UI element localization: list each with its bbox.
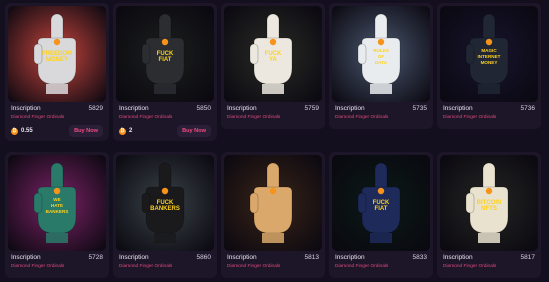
bitcoin-icon: ₿ [119,127,126,135]
collection-link[interactable]: Diamond Finger Ordinals [11,115,103,121]
inscription-label: Inscription [227,254,257,261]
nft-image[interactable]: FUCK BANKERS [116,155,214,251]
collection-link[interactable]: Diamond Finger Ordinals [227,264,319,270]
price-value: 0.55 [21,128,33,134]
nft-card[interactable]: FUCK BANKERS Inscription 5860 Diamond Finge… [113,152,217,278]
svg-text:YA: YA [269,57,277,63]
inscription-number: 5759 [304,105,319,112]
svg-text:HATE: HATE [51,203,63,208]
inscription-label: Inscription [443,105,473,112]
inscription-label: Inscription [227,105,257,112]
svg-text:OF: OF [378,54,385,59]
inscription-number: 5813 [304,254,319,261]
nft-image[interactable] [224,155,322,251]
price-value: 2 [129,128,133,134]
nft-card[interactable]: BITCOIN NFTS Inscription 5817 Diamond Finge… [437,152,541,278]
collection-link[interactable]: Diamond Finger Ordinals [119,115,211,121]
nft-image[interactable]: FUCK FIAT [116,6,214,102]
collection-link[interactable]: Diamond Finger Ordinals [335,115,427,121]
collection-link[interactable]: Diamond Finger Ordinals [443,115,535,121]
inscription-number: 5829 [88,105,103,112]
nft-card[interactable]: FREEDOM MONEY Inscription 5829 Diamond Fing… [5,3,109,141]
card-meta: Inscription 5850 Diamond Finger Ordinals ₿ 2… [119,105,211,137]
svg-text:MONEY: MONEY [481,60,498,65]
card-meta: Inscription 5860 Diamond Finger Ordinals [119,254,211,270]
svg-text:INTERNET: INTERNET [478,54,501,59]
svg-text:FIAT: FIAT [159,57,172,63]
nft-card[interactable]: RULES OF DATA Inscription 5735 Diamond Finge… [329,3,433,129]
collection-link[interactable]: Diamond Finger Ordinals [227,115,319,121]
buy-now-button[interactable]: Buy Now [69,125,103,137]
inscription-number: 5728 [88,254,103,261]
card-meta: Inscription 5759 Diamond Finger Ordinals [227,105,319,121]
nft-card[interactable]: MAGIC INTERNET MONEY Inscription 5736 Diamon… [437,3,541,129]
card-meta: Inscription 5829 Diamond Finger Ordinals ₿ 0… [11,105,103,137]
card-meta: Inscription 5728 Diamond Finger Ordinals [11,254,103,270]
inscription-label: Inscription [11,105,41,112]
svg-text:MONEY: MONEY [46,57,68,63]
svg-text:BANKERS: BANKERS [150,206,180,212]
nft-card[interactable]: FUCK FIAT Inscription 5850 Diamond Finger O… [113,3,217,141]
svg-text:MAGIC: MAGIC [481,48,497,53]
inscription-number: 5860 [196,254,211,261]
collection-link[interactable]: Diamond Finger Ordinals [119,264,211,270]
svg-text:DATA: DATA [375,60,388,65]
card-meta: Inscription 5813 Diamond Finger Ordinals [227,254,319,270]
inscription-label: Inscription [119,254,149,261]
svg-text:NFTS: NFTS [481,206,497,212]
nft-card[interactable]: WE HATE BANKERS Inscription 5728 Diamond Fin… [5,152,109,278]
inscription-label: Inscription [335,105,365,112]
inscription-grid: FREEDOM MONEY Inscription 5829 Diamond Fing… [0,0,549,282]
inscription-number: 5736 [520,105,535,112]
inscription-label: Inscription [443,254,473,261]
card-meta: Inscription 5833 Diamond Finger Ordinals [335,254,427,270]
svg-text:FIAT: FIAT [375,206,388,212]
card-meta: Inscription 5817 Diamond Finger Ordinals [443,254,535,270]
svg-text:RULES: RULES [373,48,389,53]
inscription-label: Inscription [119,105,149,112]
buy-now-button[interactable]: Buy Now [177,125,211,137]
nft-card[interactable]: Inscription 5813 Diamond Finger Ordinals [221,152,325,278]
nft-card[interactable]: FUCK FIAT Inscription 5833 Diamond Finger O… [329,152,433,278]
inscription-label: Inscription [335,254,365,261]
inscription-number: 5735 [412,105,427,112]
bitcoin-icon: ₿ [11,127,18,135]
nft-image[interactable]: RULES OF DATA [332,6,430,102]
nft-image[interactable]: BITCOIN NFTS [440,155,538,251]
nft-image[interactable]: FREEDOM MONEY [8,6,106,102]
nft-card[interactable]: FUCK YA Inscription 5759 Diamond Finger Ord… [221,3,325,129]
price: ₿ 0.55 [11,127,33,135]
inscription-number: 5833 [412,254,427,261]
inscription-number: 5817 [520,254,535,261]
nft-image[interactable]: WE HATE BANKERS [8,155,106,251]
card-meta: Inscription 5736 Diamond Finger Ordinals [443,105,535,121]
inscription-number: 5850 [196,105,211,112]
nft-image[interactable]: FUCK FIAT [332,155,430,251]
svg-text:WE: WE [53,197,60,202]
nft-image[interactable]: MAGIC INTERNET MONEY [440,6,538,102]
collection-link[interactable]: Diamond Finger Ordinals [335,264,427,270]
inscription-label: Inscription [11,254,41,261]
price: ₿ 2 [119,127,133,135]
card-meta: Inscription 5735 Diamond Finger Ordinals [335,105,427,121]
collection-link[interactable]: Diamond Finger Ordinals [443,264,535,270]
svg-text:BANKERS: BANKERS [46,209,69,214]
collection-link[interactable]: Diamond Finger Ordinals [11,264,103,270]
nft-image[interactable]: FUCK YA [224,6,322,102]
